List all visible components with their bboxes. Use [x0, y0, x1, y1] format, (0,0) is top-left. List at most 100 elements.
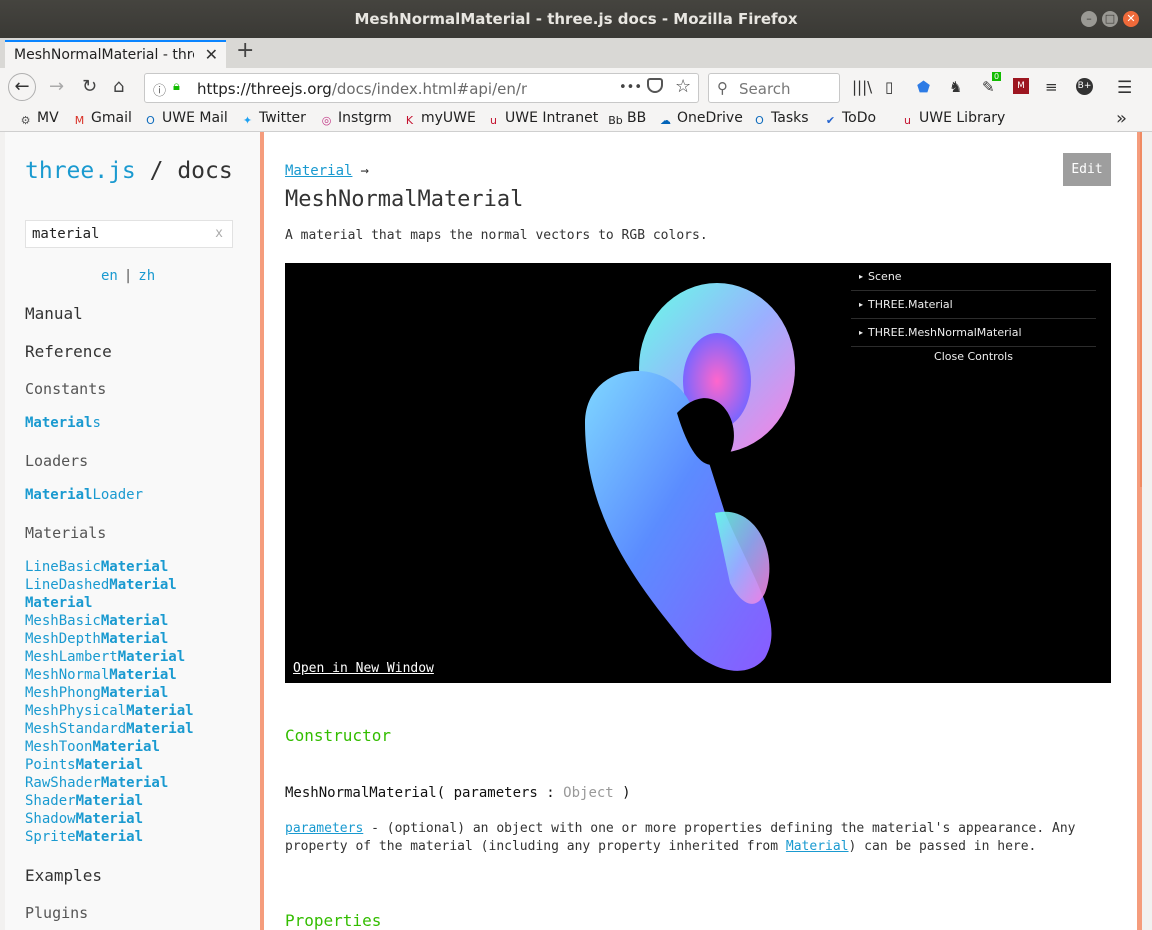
- link-highlight: Material: [75, 829, 144, 845]
- parameters-text-end: ) can be passed in here.: [848, 839, 1037, 854]
- bookmark-label: Gmail: [91, 110, 132, 126]
- logo-link[interactable]: three.js: [25, 158, 136, 184]
- sidebar-link[interactable]: MeshNormalMaterial: [25, 667, 177, 683]
- menu-hamburger-icon[interactable]: ☰: [1117, 78, 1132, 98]
- close-window-button[interactable]: ✕: [1123, 11, 1139, 27]
- url-bar[interactable]: ⓘ 🔒︎ https://threejs.org/docs/index.html…: [144, 73, 699, 103]
- open-new-window-link[interactable]: Open in New Window: [293, 661, 434, 676]
- bplus-icon[interactable]: B+: [1076, 78, 1093, 95]
- sidebar-link[interactable]: PointsMaterial: [25, 757, 143, 773]
- browser-tab[interactable]: MeshNormalMaterial - three.js docs ✕: [5, 40, 226, 68]
- bookmark-twitter[interactable]: ✦ Twitter: [240, 110, 306, 128]
- breadcrumb-material-link[interactable]: Material: [285, 163, 352, 179]
- material-link[interactable]: Material: [786, 839, 849, 854]
- outlook-tasks-icon: O: [755, 114, 764, 127]
- onedrive-icon: ☁: [660, 114, 671, 127]
- parameters-link[interactable]: parameters: [285, 821, 363, 836]
- bookmark-uwe-mail[interactable]: O UWE Mail: [143, 110, 228, 128]
- sidebar-link[interactable]: MeshDepthMaterial: [25, 631, 168, 647]
- link-suffix: s: [92, 415, 101, 431]
- sidebar-link[interactable]: LineDashedMaterial: [25, 577, 177, 593]
- constructor-heading: Constructor: [285, 726, 391, 745]
- logo-docs: docs: [177, 158, 233, 184]
- sidebar-link[interactable]: MeshLambertMaterial: [25, 649, 185, 665]
- forward-button[interactable]: →: [49, 76, 64, 97]
- nav-reference[interactable]: Reference: [25, 342, 112, 361]
- sidebar-link[interactable]: MaterialLoader: [25, 487, 143, 503]
- sidebar-link[interactable]: RawShaderMaterial: [25, 775, 168, 791]
- home-button[interactable]: ⌂: [113, 76, 124, 97]
- sidebar-link[interactable]: Material: [25, 595, 92, 611]
- link-prefix: LineDashed: [25, 577, 110, 593]
- extension-blue-icon[interactable]: ⬟: [917, 78, 930, 96]
- page-description: A material that maps the normal vectors …: [285, 228, 708, 243]
- bookmark-label: UWE Intranet: [505, 110, 599, 126]
- controls-rows: SceneTHREE.MaterialTHREE.MeshNormalMater…: [851, 263, 1096, 347]
- new-tab-button[interactable]: +: [236, 38, 254, 63]
- maximize-button[interactable]: □: [1102, 11, 1118, 27]
- sidebar-link[interactable]: SpriteMaterial: [25, 829, 143, 845]
- nav-examples[interactable]: Examples: [25, 866, 102, 885]
- bookmark-myuwe[interactable]: KmyUWE: [402, 110, 476, 128]
- controls-folder[interactable]: Scene: [851, 263, 1096, 291]
- page-actions-icon[interactable]: •••: [619, 80, 642, 95]
- controls-folder[interactable]: THREE.Material: [851, 291, 1096, 319]
- filter-clear-button[interactable]: x: [215, 226, 223, 241]
- nav-plugins[interactable]: Plugins: [25, 904, 88, 922]
- url-text[interactable]: https://threejs.org/docs/index.html#api/…: [197, 80, 527, 98]
- controls-folder[interactable]: THREE.MeshNormalMaterial: [851, 319, 1096, 347]
- bookmark-uwe-intranet[interactable]: u UWE Intranet: [486, 110, 598, 128]
- filter-input[interactable]: material x: [25, 220, 233, 248]
- minimize-button[interactable]: –: [1081, 11, 1097, 27]
- parameters-description: parameters - (optional) an object with o…: [285, 820, 1085, 856]
- page-scrollbar[interactable]: [1140, 132, 1142, 487]
- bookmark-label: Twitter: [259, 110, 306, 126]
- sidebar-link[interactable]: ShadowMaterial: [25, 811, 143, 827]
- close-controls-button[interactable]: Close Controls: [851, 347, 1096, 367]
- link-highlight: Material: [109, 667, 177, 683]
- buffer-stack-icon[interactable]: ≡: [1045, 78, 1058, 96]
- extension-badge-icon[interactable]: ✎ 0: [982, 72, 1002, 96]
- search-bar[interactable]: ⚲ Search: [708, 73, 840, 103]
- link-highlight: Material: [100, 613, 169, 629]
- mendeley-icon[interactable]: M: [1013, 78, 1029, 94]
- edit-button[interactable]: Edit: [1063, 153, 1111, 186]
- sidebar-link[interactable]: MeshPhongMaterial: [25, 685, 168, 701]
- sidebar-link[interactable]: MeshToonMaterial: [25, 739, 160, 755]
- bookmark-onedrive[interactable]: ☁ OneDrive: [658, 110, 743, 128]
- sidebar-link[interactable]: MeshStandardMaterial: [25, 721, 194, 737]
- bookmark-instgrm[interactable]: ◎ Instgrm: [319, 110, 392, 128]
- evernote-icon[interactable]: ♞: [949, 78, 962, 96]
- bookmark-tasks[interactable]: O Tasks: [752, 110, 808, 128]
- bookmark-mv[interactable]: ⚙ MV: [18, 110, 59, 128]
- sidebar-icon[interactable]: ▯: [885, 78, 893, 96]
- pocket-icon[interactable]: [647, 78, 663, 93]
- bookmark-gmail[interactable]: M Gmail: [72, 110, 132, 128]
- nav-manual[interactable]: Manual: [25, 304, 83, 323]
- bookmark-bb[interactable]: Bb BB: [608, 110, 646, 128]
- bookmark-todo[interactable]: ✔ ToDo: [823, 110, 876, 128]
- tab-close-icon[interactable]: ✕: [205, 45, 218, 64]
- bookmarks-overflow-icon[interactable]: »: [1116, 108, 1127, 129]
- lang-zh-link[interactable]: zh: [138, 268, 155, 284]
- link-highlight: Material: [92, 739, 160, 755]
- sidebar-link[interactable]: LineBasicMaterial: [25, 559, 168, 575]
- myuwe-icon: K: [405, 114, 414, 127]
- info-icon[interactable]: ⓘ: [153, 80, 166, 99]
- bookmark-uwe-library[interactable]: u UWE Library: [900, 110, 1005, 128]
- sidebar-link[interactable]: MeshPhysicalMaterial: [25, 703, 194, 719]
- bookmark-label: MV: [37, 110, 59, 126]
- link-highlight: Material: [75, 793, 144, 809]
- back-button[interactable]: ←: [8, 73, 36, 101]
- sidebar-link[interactable]: ShaderMaterial: [25, 793, 143, 809]
- constructor-param-type: Object: [563, 785, 614, 801]
- tab-title: MeshNormalMaterial - three.js docs: [14, 47, 194, 63]
- example-viewer[interactable]: SceneTHREE.MaterialTHREE.MeshNormalMater…: [285, 263, 1111, 683]
- library-icon[interactable]: |||\: [852, 78, 872, 96]
- sidebar-link[interactable]: MeshBasicMaterial: [25, 613, 168, 629]
- lang-en-link[interactable]: en: [101, 268, 118, 284]
- sidebar-link[interactable]: Materials: [25, 415, 101, 431]
- nav-loaders: Loaders: [25, 452, 89, 470]
- bookmark-star-icon[interactable]: ☆: [675, 76, 691, 97]
- reload-button[interactable]: ↻: [82, 76, 97, 97]
